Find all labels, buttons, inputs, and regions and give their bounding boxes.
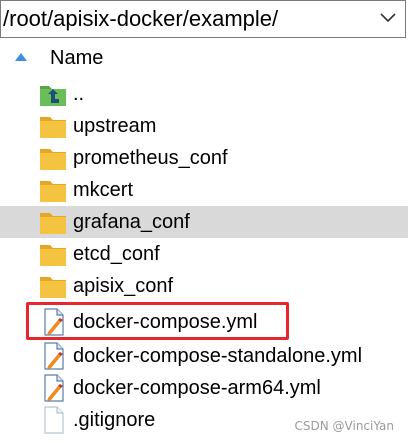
list-item-apisix-conf[interactable]: apisix_conf — [0, 270, 408, 302]
list-item-label: etcd_conf — [73, 243, 160, 265]
column-header-row: Name — [0, 42, 408, 72]
folder-icon — [40, 245, 66, 266]
list-item-mkcert[interactable]: mkcert — [0, 174, 408, 206]
list-item-label: apisix_conf — [73, 275, 174, 297]
folder-up-icon — [40, 86, 66, 106]
folder-icon — [40, 277, 66, 298]
blank-file-icon — [44, 406, 64, 434]
yaml-file-icon — [44, 342, 64, 370]
sort-ascending-icon[interactable] — [14, 52, 28, 62]
list-item-upstream[interactable]: upstream — [0, 110, 408, 142]
yaml-file-icon — [44, 374, 64, 402]
list-item-etcd-conf[interactable]: etcd_conf — [0, 238, 408, 270]
column-header-name[interactable]: Name — [50, 45, 103, 71]
path-text[interactable]: /root/apisix-docker/example/ — [3, 5, 278, 33]
list-item-grafana-conf[interactable]: grafana_conf — [0, 206, 408, 238]
list-item-label: upstream — [73, 115, 157, 137]
list-item-docker-compose-standalone-yml[interactable]: docker-compose-standalone.yml — [0, 340, 408, 372]
annotation-highlight-box — [26, 302, 289, 340]
list-item-parent-directory[interactable]: .. — [0, 78, 408, 110]
list-item-label: docker-compose-standalone.yml — [73, 345, 363, 367]
folder-icon — [40, 117, 66, 138]
list-item-label: prometheus_conf — [73, 147, 228, 169]
folder-icon — [40, 181, 66, 202]
list-item-docker-compose-arm64-yml[interactable]: docker-compose-arm64.yml — [0, 372, 408, 404]
watermark: CSDN @VinciYan — [294, 419, 394, 433]
list-item-prometheus-conf[interactable]: prometheus_conf — [0, 142, 408, 174]
list-item-label: .gitignore — [73, 409, 156, 431]
folder-icon — [40, 213, 66, 234]
list-item-label: grafana_conf — [73, 211, 190, 233]
chevron-down-icon[interactable] — [379, 11, 397, 25]
folder-icon — [40, 149, 66, 170]
path-combobox[interactable]: /root/apisix-docker/example/ — [0, 0, 406, 38]
list-item-label: mkcert — [73, 179, 133, 201]
list-item-label: .. — [73, 83, 85, 105]
list-item-label: docker-compose-arm64.yml — [73, 377, 321, 399]
